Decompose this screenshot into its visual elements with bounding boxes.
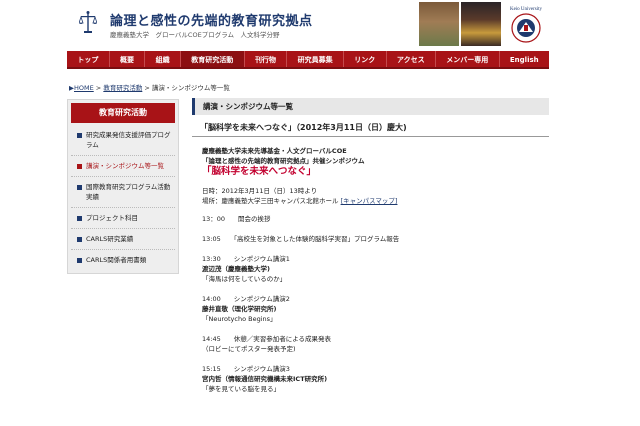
page: 論理と感性の先端的教育研究拠点 慶應義塾大学 グローバルCOEプログラム 人文科… — [67, 0, 549, 426]
sidebar-item-carls-documents[interactable]: CARLS関係者用書類 — [71, 250, 175, 270]
sidebar-item-project-courses[interactable]: プロジェクト科目 — [71, 208, 175, 229]
site-subtitle: 慶應義塾大学 グローバルCOEプログラム 人文科学分野 — [110, 31, 280, 39]
program-note: （ロビーにてポスター発表予定) — [202, 345, 296, 353]
program-time-title: 15:15 シンポジウム講演3 — [202, 365, 290, 373]
sidebar-item-evaluation-program[interactable]: 研究成果発信支援評価プログラム — [71, 125, 175, 156]
sidebar-item-label: CARLS関係者用書類 — [86, 256, 147, 264]
bullet-icon — [77, 216, 82, 221]
nav-research-activities[interactable]: 教育研究活動 — [180, 51, 245, 67]
section-title: 講演・シンポジウム等一覧 — [192, 98, 549, 115]
program-time-title: 14:00 シンポジウム講演2 — [202, 295, 290, 303]
stained-glass-photo — [461, 2, 501, 46]
event-date: 日時：2012年3月11日（日）13時より — [202, 187, 318, 195]
program-topic: 「海馬は何をしているのか」 — [202, 275, 287, 283]
program-time-title: 13:05 「高校生を対象とした体験的脳科学実習」プログラム報告 — [202, 235, 400, 243]
program-item: 13:30 シンポジウム講演1 渡辺茂（慶應義塾大学) 「海馬は何をしているのか… — [202, 254, 549, 284]
sidebar-item-carls-achievements[interactable]: CARLS研究業績 — [71, 229, 175, 250]
nav-top[interactable]: トップ — [67, 51, 110, 67]
seal-text: Keio University — [510, 7, 543, 12]
nav-access[interactable]: アクセス — [387, 51, 436, 67]
breadcrumb-parent[interactable]: 教育研究活動 — [103, 84, 142, 92]
program-item: 13:05 「高校生を対象とした体験的脳科学実習」プログラム報告 — [202, 234, 549, 244]
program-speaker: 渡辺茂（慶應義塾大学) — [202, 265, 270, 273]
program-list: 13：00 開会の挨拶 13:05 「高校生を対象とした体験的脳科学実習」プログ… — [202, 214, 549, 394]
nav-recruitment[interactable]: 研究員募集 — [287, 51, 344, 67]
event-meta: 日時：2012年3月11日（日）13時より 場所：慶應義塾大学三田キャンパス北館… — [202, 186, 549, 206]
program-speaker: 宮内哲（情報通信研究機構未来ICT研究所) — [202, 375, 328, 383]
sidebar-header: 教育研究活動 — [71, 103, 175, 123]
nav-english[interactable]: English — [500, 51, 549, 67]
sponsor-line-2: 「論理と感性の先端的教育研究拠点」共催シンポジウム — [202, 157, 365, 165]
site-header: 論理と感性の先端的教育研究拠点 慶應義塾大学 グローバルCOEプログラム 人文科… — [67, 0, 549, 50]
program-item: 15:15 シンポジウム講演3 宮内哲（情報通信研究機構未来ICT研究所) 「夢… — [202, 364, 549, 394]
nav-organization[interactable]: 組織 — [145, 51, 181, 67]
main-content: 講演・シンポジウム等一覧 「脳科学を未来へつなぐ」（2012年3月11日（日）慶… — [192, 98, 549, 404]
main-navigation: トップ 概要 組織 教育研究活動 刊行物 研究員募集 リンク アクセス メンバー… — [67, 51, 549, 69]
sidebar-item-label: プロジェクト科目 — [86, 214, 138, 222]
program-topic: 「夢を見ている脳を見る」 — [202, 385, 280, 393]
sidebar-item-symposiums[interactable]: 講演・シンポジウム等一覧 — [71, 156, 175, 177]
program-time-title: 14:45 休憩／実習参加者による成果発表 — [202, 335, 332, 343]
nav-overview[interactable]: 概要 — [110, 51, 146, 67]
article-title: 「脳科学を未来へつなぐ」（2012年3月11日（日）慶大) — [192, 122, 549, 137]
sidebar-item-label: CARLS研究業績 — [86, 235, 134, 243]
program-speaker: 藤井直敬（理化学研究所) — [202, 305, 277, 313]
sidebar-item-international-program[interactable]: 国際教育研究プログラム活動実績 — [71, 177, 175, 208]
keio-university-seal[interactable]: Keio University — [503, 2, 549, 46]
scales-emblem-icon[interactable] — [79, 10, 97, 36]
program-time-title: 13：00 開会の挨拶 — [202, 215, 271, 223]
bullet-icon — [77, 185, 82, 190]
campus-map-link[interactable]: [キャンパスマップ] — [341, 197, 398, 205]
sidebar-item-label: 国際教育研究プログラム活動実績 — [86, 183, 171, 201]
sidebar: 教育研究活動 研究成果発信支援評価プログラム 講演・シンポジウム等一覧 国際教育… — [67, 99, 179, 274]
bullet-icon — [77, 164, 82, 169]
breadcrumb: ▶HOME > 教育研究活動 > 講演・シンポジウム等一覧 — [69, 82, 230, 92]
bullet-icon — [77, 258, 82, 263]
nav-members-only[interactable]: メンバー専用 — [436, 51, 500, 67]
program-time-title: 13:30 シンポジウム講演1 — [202, 255, 290, 263]
program-topic: 「Neurotycho Begins」 — [202, 315, 277, 323]
breadcrumb-home[interactable]: HOME — [74, 84, 94, 92]
nav-publications[interactable]: 刊行物 — [245, 51, 288, 67]
breadcrumb-separator: > — [93, 84, 104, 92]
sponsor-block: 慶應義塾大学未来先導基金・人文グローバルCOE 「論理と感性の先端的教育研究拠点… — [202, 146, 549, 166]
program-item: 13：00 開会の挨拶 — [202, 214, 549, 224]
nav-links[interactable]: リンク — [344, 51, 387, 67]
bullet-icon — [77, 237, 82, 242]
event-venue: 場所：慶應義塾大学三田キャンパス北館ホール — [202, 197, 339, 205]
event-title: 「脳科学を未来へつなぐ」 — [202, 166, 317, 177]
program-item: 14:45 休憩／実習参加者による成果発表 （ロビーにてポスター発表予定) — [202, 334, 549, 354]
campus-building-photo — [419, 2, 459, 46]
sidebar-item-label: 講演・シンポジウム等一覧 — [86, 162, 164, 170]
article-body: 慶應義塾大学未来先導基金・人文グローバルCOE 「論理と感性の先端的教育研究拠点… — [192, 146, 549, 394]
site-title[interactable]: 論理と感性の先端的教育研究拠点 — [110, 10, 313, 29]
breadcrumb-separator: > — [142, 84, 152, 92]
breadcrumb-current: 講演・シンポジウム等一覧 — [151, 84, 230, 92]
sponsor-line-1: 慶應義塾大学未来先導基金・人文グローバルCOE — [202, 147, 347, 155]
event-venue-row: 場所：慶應義塾大学三田キャンパス北館ホール [キャンパスマップ] — [202, 196, 549, 206]
bullet-icon — [77, 133, 82, 138]
sidebar-item-label: 研究成果発信支援評価プログラム — [86, 131, 171, 149]
program-item: 14:00 シンポジウム講演2 藤井直敬（理化学研究所) 「Neurotycho… — [202, 294, 549, 324]
